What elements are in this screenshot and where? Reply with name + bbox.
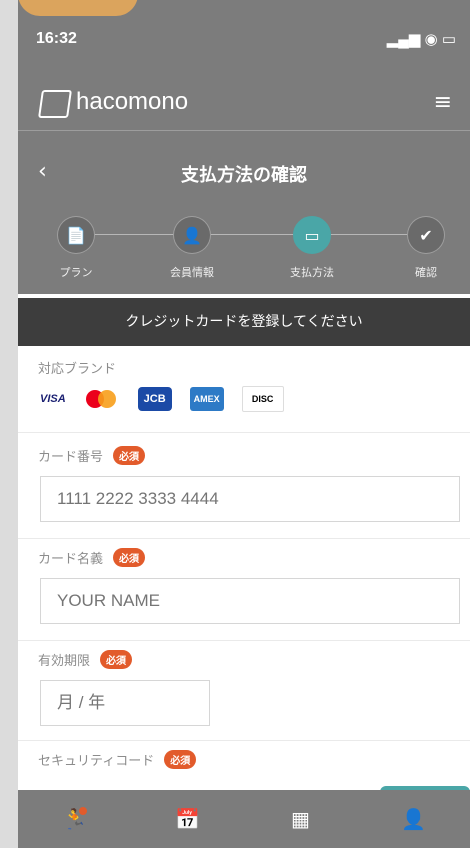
page-title: 支払方法の確認 [181, 165, 307, 186]
step-label: 支払方法 [290, 266, 334, 279]
brands-label: 対応ブランド [38, 362, 117, 377]
bottom-navigation: 🏃 📅 ▦ 👤 [18, 790, 470, 848]
required-badge: 必須 [113, 446, 146, 465]
divider [18, 640, 470, 641]
security-code-label-row: セキュリティコード 必須 [38, 750, 197, 769]
card-number-label: カード番号 [38, 450, 104, 465]
card-icon: ▭ [293, 216, 331, 254]
card-number-label-row: カード番号 必須 [38, 446, 146, 465]
account-icon[interactable]: 👤 [384, 807, 444, 831]
activity-icon[interactable]: 🏃 [45, 807, 105, 831]
required-badge: 必須 [164, 750, 197, 769]
visa-logo: VISA [40, 393, 66, 405]
app-header: hacomono ≡ [18, 80, 470, 130]
check-icon: ✔ [407, 216, 445, 254]
security-code-label: セキュリティコード [38, 754, 155, 769]
calendar-icon-glyph: 📅 [175, 807, 200, 831]
required-badge: 必須 [113, 548, 146, 567]
status-decoration [18, 0, 138, 16]
step-plan: 📄 プラン [36, 216, 116, 280]
status-icons: ▂▄▆ ◉ ▭ [386, 31, 456, 48]
discover-logo: DISC [241, 386, 284, 412]
divider [18, 432, 470, 433]
step-label: 確認 [415, 266, 437, 279]
calendar-icon[interactable]: 📅 [158, 807, 218, 831]
step-confirm: ✔ 確認 [386, 216, 466, 280]
step-label: 会員情報 [170, 266, 214, 279]
card-name-input[interactable] [40, 578, 460, 624]
hacomono-logo-icon [38, 90, 72, 118]
step-member-info: 👤 会員情報 [152, 216, 232, 280]
divider [18, 740, 470, 741]
notification-dot [78, 807, 87, 815]
title-bar: ‹ 支払方法の確認 [18, 130, 470, 211]
instruction-banner: クレジットカードを登録してください [18, 298, 470, 346]
phone-screen: 16:32 ▂▄▆ ◉ ▭ hacomono ≡ ‹ 支払方法の確認 📄 プラン… [18, 0, 470, 848]
menu-icon[interactable]: ≡ [434, 90, 452, 115]
step-label: プラン [59, 266, 93, 279]
card-brands: VISA JCB AMEX DISC [40, 386, 284, 412]
divider [18, 538, 470, 539]
card-name-label-row: カード名義 必須 [38, 548, 146, 567]
document-icon: 📄 [57, 216, 95, 254]
status-bar: 16:32 ▂▄▆ ◉ ▭ [18, 0, 470, 80]
qr-code-icon[interactable]: ▦ [271, 807, 331, 831]
brands-label-row: 対応ブランド [38, 358, 116, 377]
hacomono-logo: hacomono [76, 88, 189, 115]
required-badge: 必須 [100, 650, 133, 669]
card-name-label: カード名義 [38, 552, 104, 567]
step-payment-method: ▭ 支払方法 [272, 216, 352, 280]
card-number-input[interactable] [40, 476, 460, 522]
jcb-logo: JCB [137, 387, 172, 411]
mastercard-logo [84, 387, 120, 411]
account-icon-glyph: 👤 [401, 807, 426, 831]
expiry-input[interactable] [40, 680, 210, 726]
progress-steps: 📄 プラン 👤 会員情報 ▭ 支払方法 ✔ 確認 [18, 210, 470, 294]
expiry-label: 有効期限 [38, 654, 91, 669]
expiry-label-row: 有効期限 必須 [38, 650, 133, 669]
amex-logo: AMEX [189, 387, 224, 411]
qr-icon-glyph: ▦ [291, 807, 310, 831]
status-time: 16:32 [36, 30, 77, 47]
person-icon: 👤 [173, 216, 211, 254]
